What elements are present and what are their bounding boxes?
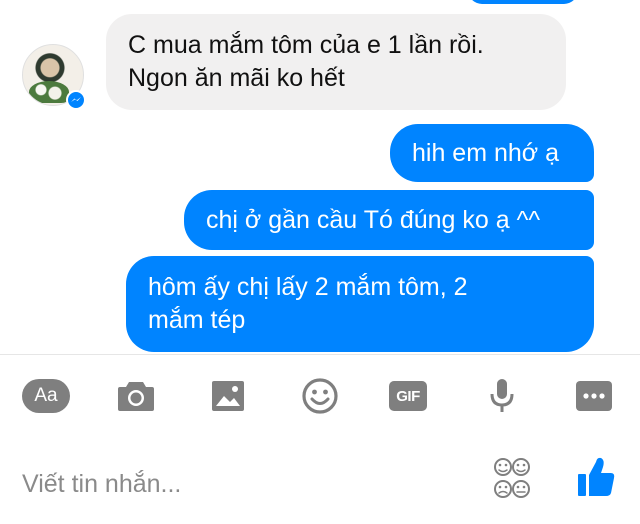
avatar-photo — [29, 81, 69, 103]
text-style-button[interactable]: Aa — [20, 376, 72, 416]
gif-icon: GIF — [389, 381, 427, 411]
microphone-button[interactable] — [480, 376, 524, 416]
image-icon — [212, 381, 244, 411]
more-icon — [576, 381, 612, 411]
composer-toolbar: Aa GIF — [0, 356, 640, 436]
outgoing-message[interactable]: hih em nhớ ạ — [390, 124, 594, 182]
divider — [0, 354, 640, 355]
camera-icon — [118, 382, 154, 411]
microphone-icon — [490, 379, 514, 412]
outgoing-message[interactable]: hôm ấy chị lấy 2 mắm tôm, 2 mắm tép — [126, 256, 594, 352]
message-line: C mua mắm tôm của e 1 lần rồi. — [128, 31, 484, 59]
thumbs-up-icon — [578, 457, 615, 496]
incoming-message[interactable]: C mua mắm tôm của e 1 lần rồi. Ngon ăn m… — [106, 14, 566, 110]
message-input[interactable] — [22, 464, 442, 504]
message-line: mắm tép — [148, 306, 246, 334]
gif-button[interactable]: GIF — [386, 376, 430, 416]
sticker-button[interactable] — [492, 456, 532, 500]
message-line: Ngon ăn mãi ko hết — [128, 64, 345, 92]
emoji-icon — [302, 378, 338, 414]
message-line: hih em nhớ ạ — [412, 138, 560, 167]
text-style-icon: Aa — [22, 379, 70, 413]
message-line: chị ở gần cầu Tó đúng ko ạ ^^ — [206, 205, 541, 234]
outgoing-message[interactable]: chị ở gần cầu Tó đúng ko ạ ^^ — [184, 190, 594, 250]
previous-message-bubble — [468, 0, 578, 4]
message-composer — [0, 436, 640, 524]
emoji-button[interactable] — [298, 376, 342, 416]
sticker-icon — [494, 458, 530, 498]
message-line: hôm ấy chị lấy 2 mắm tôm, 2 — [148, 273, 468, 301]
like-button[interactable] — [576, 454, 616, 500]
messenger-badge-icon — [66, 90, 86, 110]
more-button[interactable] — [572, 376, 616, 416]
image-button[interactable] — [206, 376, 250, 416]
camera-button[interactable] — [114, 376, 158, 416]
message-thread: C mua mắm tôm của e 1 lần rồi. Ngon ăn m… — [0, 0, 640, 354]
